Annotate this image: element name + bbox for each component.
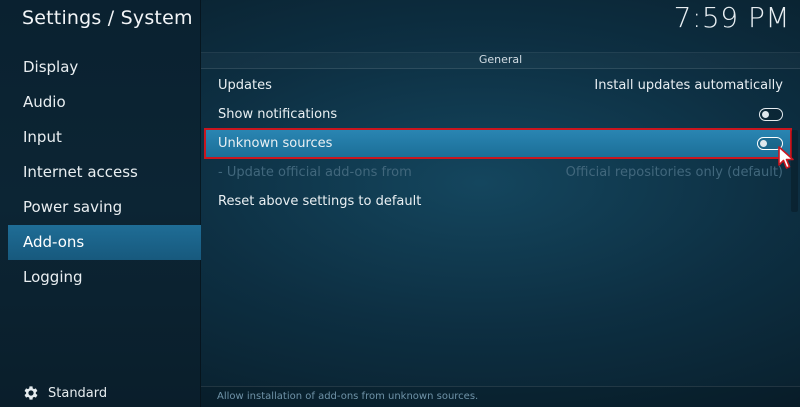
- sidebar-item-internet-access[interactable]: Internet access: [8, 155, 201, 190]
- settings-panel: General Updates Install updates automati…: [201, 50, 800, 391]
- toggle-knob: [762, 110, 769, 118]
- setting-label: Updates: [218, 78, 272, 93]
- setting-value: Official repositories only (default): [565, 165, 783, 180]
- setting-value: Install updates automatically: [594, 78, 783, 93]
- scrollbar[interactable]: [791, 130, 798, 212]
- sidebar-menu: Display Audio Input Internet access Powe…: [8, 50, 201, 295]
- sidebar-item-logging[interactable]: Logging: [8, 260, 201, 295]
- toggle-knob: [760, 139, 767, 147]
- page-title: Settings / System: [22, 7, 193, 29]
- setting-label: Show notifications: [218, 107, 338, 122]
- help-text-bar: Allow installation of add-ons from unkno…: [201, 386, 800, 407]
- settings-level-label: Standard: [48, 385, 108, 401]
- settings-level-button[interactable]: Standard: [22, 384, 107, 402]
- setting-reset-defaults[interactable]: Reset above settings to default: [201, 187, 791, 216]
- toggle-switch[interactable]: [759, 108, 783, 121]
- sidebar-item-input[interactable]: Input: [8, 120, 201, 155]
- sidebar-item-audio[interactable]: Audio: [8, 85, 201, 120]
- help-text: Allow installation of add-ons from unkno…: [217, 391, 479, 402]
- setting-update-official-addons: - Update official add-ons from Official …: [201, 158, 791, 187]
- setting-label: Unknown sources: [218, 136, 333, 151]
- settings-window: Display Audio Input Internet access Powe…: [0, 0, 800, 407]
- group-header: General: [201, 52, 800, 69]
- sidebar-item-add-ons[interactable]: Add-ons: [8, 225, 201, 260]
- sidebar: Display Audio Input Internet access Powe…: [0, 0, 201, 407]
- sidebar-item-display[interactable]: Display: [8, 50, 201, 85]
- mouse-pointer-icon: [778, 146, 794, 169]
- gear-icon: [24, 386, 38, 400]
- setting-label: - Update official add-ons from: [218, 165, 412, 180]
- setting-unknown-sources[interactable]: Unknown sources: [204, 128, 792, 159]
- setting-label: Reset above settings to default: [218, 194, 422, 209]
- setting-show-notifications[interactable]: Show notifications: [201, 100, 791, 129]
- clock: 7:59 PM: [673, 1, 790, 34]
- setting-updates[interactable]: Updates Install updates automatically: [201, 71, 791, 100]
- sidebar-item-power-saving[interactable]: Power saving: [8, 190, 201, 225]
